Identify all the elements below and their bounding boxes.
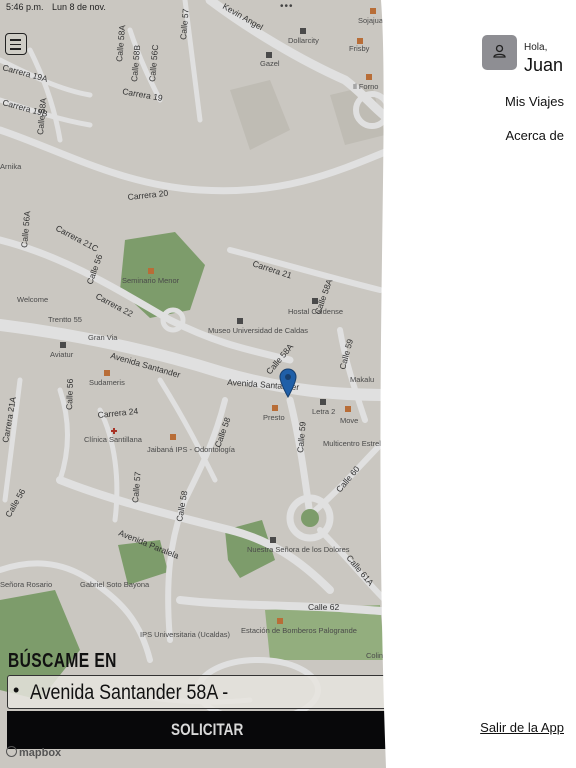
greeting-label: Hola, [524, 42, 548, 53]
mapbox-icon [6, 746, 17, 757]
status-time: 5:46 p.m. [6, 2, 44, 12]
hamburger-line [10, 39, 21, 41]
multitasking-dots-icon[interactable]: ••• [280, 1, 294, 12]
mapbox-label: mapbox [19, 747, 62, 759]
address-input-value[interactable]: Avenida Santander 58A - [30, 681, 228, 705]
bullet-icon: • [13, 680, 20, 700]
hamburger-line [10, 48, 21, 50]
menu-item-mis-viajes[interactable]: Mis Viajes [505, 94, 564, 109]
side-drawer: Hola, Juan Mis Viajes Acerca de Salir de… [380, 0, 576, 768]
menu-item-acerca-de[interactable]: Acerca de [505, 128, 564, 143]
drawer-curved-edge [380, 0, 394, 768]
hamburger-line [10, 43, 21, 46]
mapbox-logo: mapbox [6, 746, 61, 759]
request-button[interactable]: SOLICITAR [7, 711, 407, 749]
request-button-label: SOLICITAR [170, 720, 244, 739]
avatar[interactable] [482, 35, 517, 70]
location-pin-icon[interactable] [278, 368, 298, 399]
status-date: Lun 8 de nov. [52, 2, 106, 12]
logout-link[interactable]: Salir de la App [480, 720, 564, 735]
address-input[interactable]: • Avenida Santander 58A - [7, 675, 407, 709]
search-title: BÚSCAME EN [8, 650, 117, 672]
hamburger-menu-button[interactable] [5, 33, 27, 55]
person-icon [493, 44, 506, 58]
user-name: Juan [524, 55, 564, 75]
